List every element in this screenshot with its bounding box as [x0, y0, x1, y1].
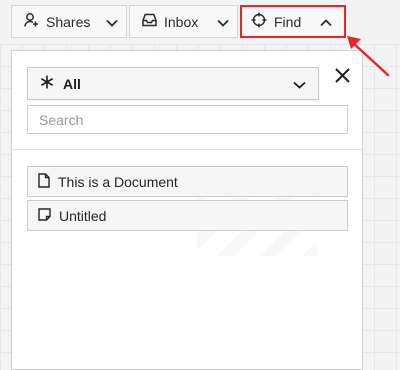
close-icon [334, 68, 350, 88]
note-icon [38, 207, 51, 224]
filter-dropdown[interactable]: All [27, 67, 319, 100]
result-item[interactable]: This is a Document [27, 166, 348, 197]
find-button[interactable]: Find [240, 5, 346, 38]
divider [12, 149, 362, 150]
chevron-down-icon [106, 14, 118, 30]
shares-button[interactable]: Shares [11, 5, 127, 38]
document-icon [38, 172, 50, 191]
chevron-down-icon [293, 76, 306, 92]
filter-selected-value: All [63, 75, 81, 92]
search-input[interactable] [27, 105, 348, 134]
inbox-icon [142, 13, 157, 30]
top-toolbar: Shares Inbox Find [0, 0, 400, 44]
chevron-up-icon [320, 14, 332, 30]
crosshair-icon [251, 12, 267, 31]
close-button[interactable] [333, 68, 351, 88]
result-item[interactable]: Untitled [27, 200, 348, 231]
inbox-label: Inbox [164, 13, 199, 30]
result-item-label: This is a Document [58, 173, 178, 190]
inbox-button[interactable]: Inbox [129, 5, 238, 38]
find-panel: All This is a Document [11, 50, 363, 370]
user-share-icon [24, 12, 39, 31]
chevron-down-icon [217, 14, 229, 30]
find-label: Find [274, 13, 302, 30]
result-item-label: Untitled [59, 207, 107, 224]
asterisk-icon [40, 75, 54, 92]
shares-label: Shares [46, 13, 91, 30]
